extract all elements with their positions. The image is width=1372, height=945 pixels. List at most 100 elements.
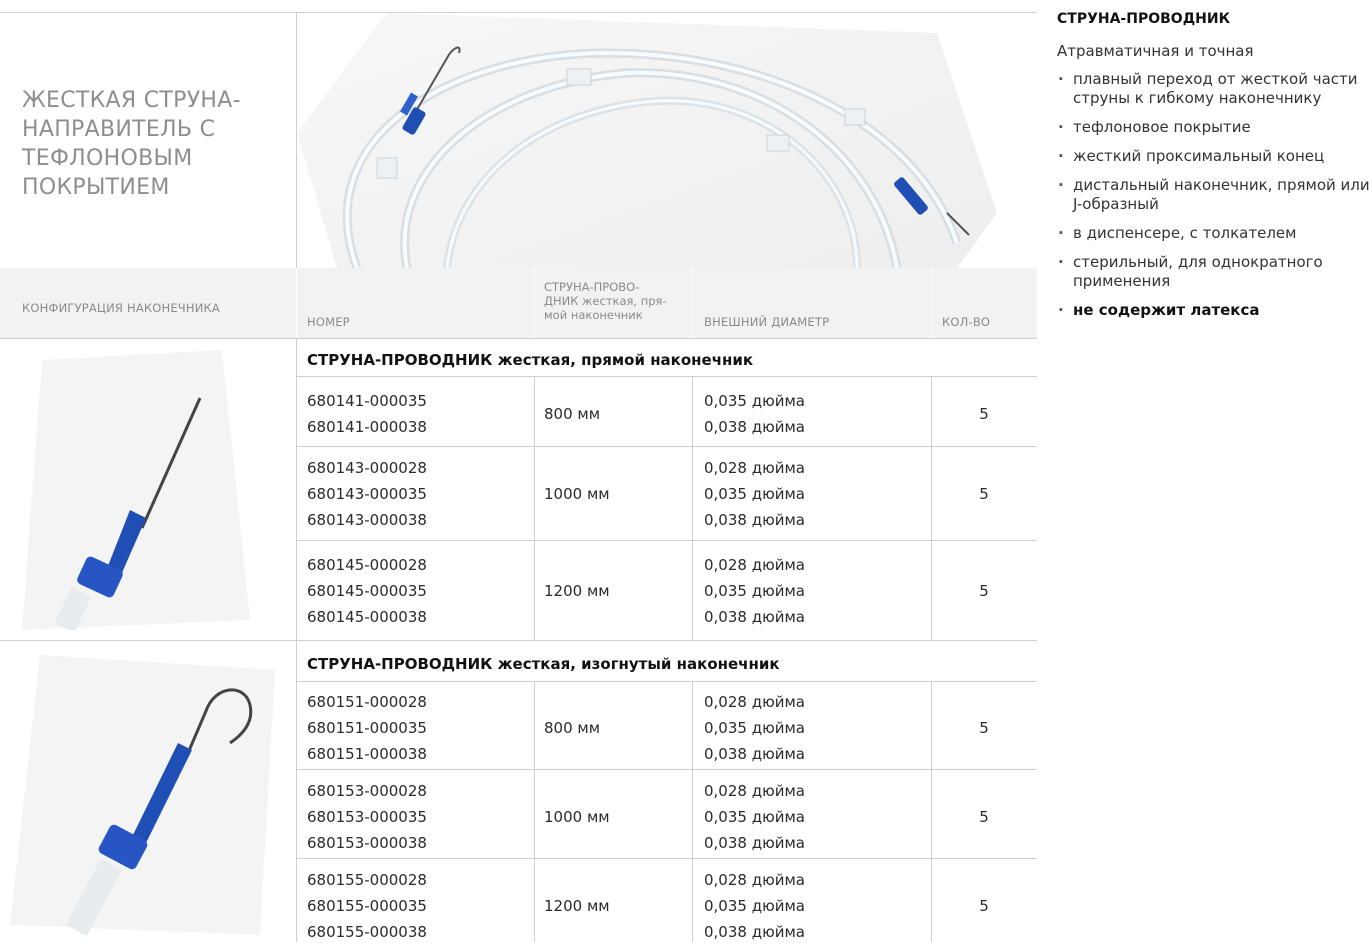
column-header-config: КОНФИГУРАЦИЯ НАКОНЕЧНИКА bbox=[22, 301, 220, 315]
group-title-straight: СТРУНА-ПРОВОДНИК жесткая, прямой наконеч… bbox=[307, 351, 754, 369]
divider bbox=[931, 681, 932, 942]
feature-item-latex-free: не содержит латекса bbox=[1057, 301, 1372, 320]
column-header-qty: КОЛ-ВО bbox=[942, 315, 991, 329]
hero-product-image bbox=[297, 13, 1037, 268]
feature-item: дистальный наконечник, прямой или J-обра… bbox=[1057, 176, 1372, 214]
divider bbox=[692, 681, 693, 942]
divider bbox=[692, 376, 693, 640]
diameter-value: 0,038 дюйма bbox=[704, 745, 805, 763]
part-number: 680145-000038 bbox=[307, 608, 427, 626]
diameter-list: 0,028 дюйма 0,035 дюйма 0,038 дюйма bbox=[704, 689, 805, 767]
divider bbox=[931, 268, 932, 338]
part-number: 680143-000035 bbox=[307, 485, 427, 503]
part-number: 680151-000035 bbox=[307, 719, 427, 737]
table-row-numbers: 680155-000028 680155-000035 680155-00003… bbox=[307, 867, 427, 945]
column-header-diameter: ВНЕШНИЙ ДИАМЕТР bbox=[704, 315, 830, 329]
feature-item: тефлоновое покрытие bbox=[1057, 118, 1372, 137]
part-number: 680151-000028 bbox=[307, 693, 427, 711]
divider bbox=[296, 858, 1037, 859]
divider bbox=[534, 681, 535, 942]
part-number: 680153-000028 bbox=[307, 782, 427, 800]
j-tip-image bbox=[10, 655, 275, 935]
part-number: 680153-000038 bbox=[307, 834, 427, 852]
side-title: СТРУНА-ПРОВОДНИК bbox=[1057, 11, 1231, 27]
divider bbox=[534, 268, 535, 338]
qty-value: 5 bbox=[979, 808, 989, 826]
part-number: 680143-000028 bbox=[307, 459, 427, 477]
part-number: 680145-000028 bbox=[307, 556, 427, 574]
divider bbox=[296, 338, 297, 640]
qty-value: 5 bbox=[979, 485, 989, 503]
feature-item: в диспенсере, с толкателем bbox=[1057, 224, 1372, 243]
diameter-value: 0,035 дюйма bbox=[704, 808, 805, 826]
page-title: ЖЕСТКАЯ СТРУНА-НАПРАВИТЕЛЬ С ТЕФЛОНОВЫМ … bbox=[22, 88, 241, 200]
diameter-value: 0,028 дюйма bbox=[704, 782, 805, 800]
diameter-value: 0,028 дюйма bbox=[704, 556, 805, 574]
table-row-numbers: 680151-000028 680151-000035 680151-00003… bbox=[307, 689, 427, 767]
diameter-value: 0,028 дюйма bbox=[704, 459, 805, 477]
column-header-number: НОМЕР bbox=[307, 315, 350, 329]
part-number: 680143-000038 bbox=[307, 511, 427, 529]
diameter-value: 0,038 дюйма bbox=[704, 608, 805, 626]
length-value: 1000 мм bbox=[544, 485, 610, 503]
straight-tip-image bbox=[22, 350, 250, 630]
length-value: 1000 мм bbox=[544, 808, 610, 826]
part-number: 680151-000038 bbox=[307, 745, 427, 763]
diameter-value: 0,038 дюйма bbox=[704, 511, 805, 529]
part-number: 680155-000028 bbox=[307, 871, 427, 889]
diameter-value: 0,038 дюйма bbox=[704, 418, 805, 436]
diameter-list: 0,028 дюйма 0,035 дюйма 0,038 дюйма bbox=[704, 778, 805, 856]
table-row-numbers: 680145-000028 680145-000035 680145-00003… bbox=[307, 552, 427, 630]
table-row-numbers: 680153-000028 680153-000035 680153-00003… bbox=[307, 778, 427, 856]
table-row-numbers: 680141-000035 680141-000038 bbox=[307, 388, 427, 440]
diameter-value: 0,038 дюйма bbox=[704, 834, 805, 852]
qty-value: 5 bbox=[979, 582, 989, 600]
diameter-list: 0,028 дюйма 0,035 дюйма 0,038 дюйма bbox=[704, 552, 805, 630]
part-number: 680153-000035 bbox=[307, 808, 427, 826]
column-header-length-line2: ДНИК жесткая, пря- bbox=[544, 294, 667, 308]
qty-value: 5 bbox=[979, 897, 989, 915]
divider bbox=[296, 681, 1037, 682]
diameter-value: 0,028 дюйма bbox=[704, 693, 805, 711]
divider bbox=[296, 268, 297, 338]
qty-value: 5 bbox=[979, 405, 989, 423]
diameter-list: 0,028 дюйма 0,035 дюйма 0,038 дюйма bbox=[704, 867, 805, 945]
length-value: 800 мм bbox=[544, 719, 601, 737]
column-header-length: СТРУНА-ПРОВО- ДНИК жесткая, пря- мой нак… bbox=[544, 280, 689, 322]
part-number: 680155-000035 bbox=[307, 897, 427, 915]
feature-item: стерильный, для однократного применения bbox=[1057, 253, 1372, 291]
diameter-value: 0,028 дюйма bbox=[704, 871, 805, 889]
column-header-length-line1: СТРУНА-ПРОВО- bbox=[544, 280, 640, 294]
diameter-value: 0,035 дюйма bbox=[704, 392, 805, 410]
part-number: 680145-000035 bbox=[307, 582, 427, 600]
diameter-list: 0,028 дюйма 0,035 дюйма 0,038 дюйма bbox=[704, 455, 805, 533]
diameter-value: 0,038 дюйма bbox=[704, 923, 805, 941]
divider bbox=[296, 540, 1037, 541]
diameter-value: 0,035 дюйма bbox=[704, 719, 805, 737]
divider bbox=[296, 769, 1037, 770]
group-title-bent: СТРУНА-ПРОВОДНИК жесткая, изогнутый нако… bbox=[307, 655, 780, 673]
side-subtitle: Атравматичная и точная bbox=[1057, 42, 1254, 60]
table-row-numbers: 680143-000028 680143-000035 680143-00003… bbox=[307, 455, 427, 533]
divider bbox=[296, 640, 297, 942]
diameter-value: 0,035 дюйма bbox=[704, 897, 805, 915]
part-number: 680141-000035 bbox=[307, 392, 427, 410]
divider bbox=[931, 376, 932, 640]
column-header-length-line3: мой наконечник bbox=[544, 308, 643, 322]
divider bbox=[692, 268, 693, 338]
divider bbox=[296, 446, 1037, 447]
feature-item: жесткий проксимальный конец bbox=[1057, 147, 1372, 166]
feature-item: плавный переход от жесткой части струны … bbox=[1057, 70, 1372, 108]
diameter-value: 0,035 дюйма bbox=[704, 582, 805, 600]
part-number: 680155-000038 bbox=[307, 923, 427, 941]
part-number: 680141-000038 bbox=[307, 418, 427, 436]
diameter-value: 0,035 дюйма bbox=[704, 485, 805, 503]
diameter-list: 0,035 дюйма 0,038 дюйма bbox=[704, 388, 805, 440]
divider bbox=[534, 376, 535, 640]
length-value: 1200 мм bbox=[544, 582, 610, 600]
feature-list: плавный переход от жесткой части струны … bbox=[1057, 70, 1372, 330]
divider bbox=[0, 640, 1037, 641]
length-value: 800 мм bbox=[544, 405, 601, 423]
length-value: 1200 мм bbox=[544, 897, 610, 915]
qty-value: 5 bbox=[979, 719, 989, 737]
